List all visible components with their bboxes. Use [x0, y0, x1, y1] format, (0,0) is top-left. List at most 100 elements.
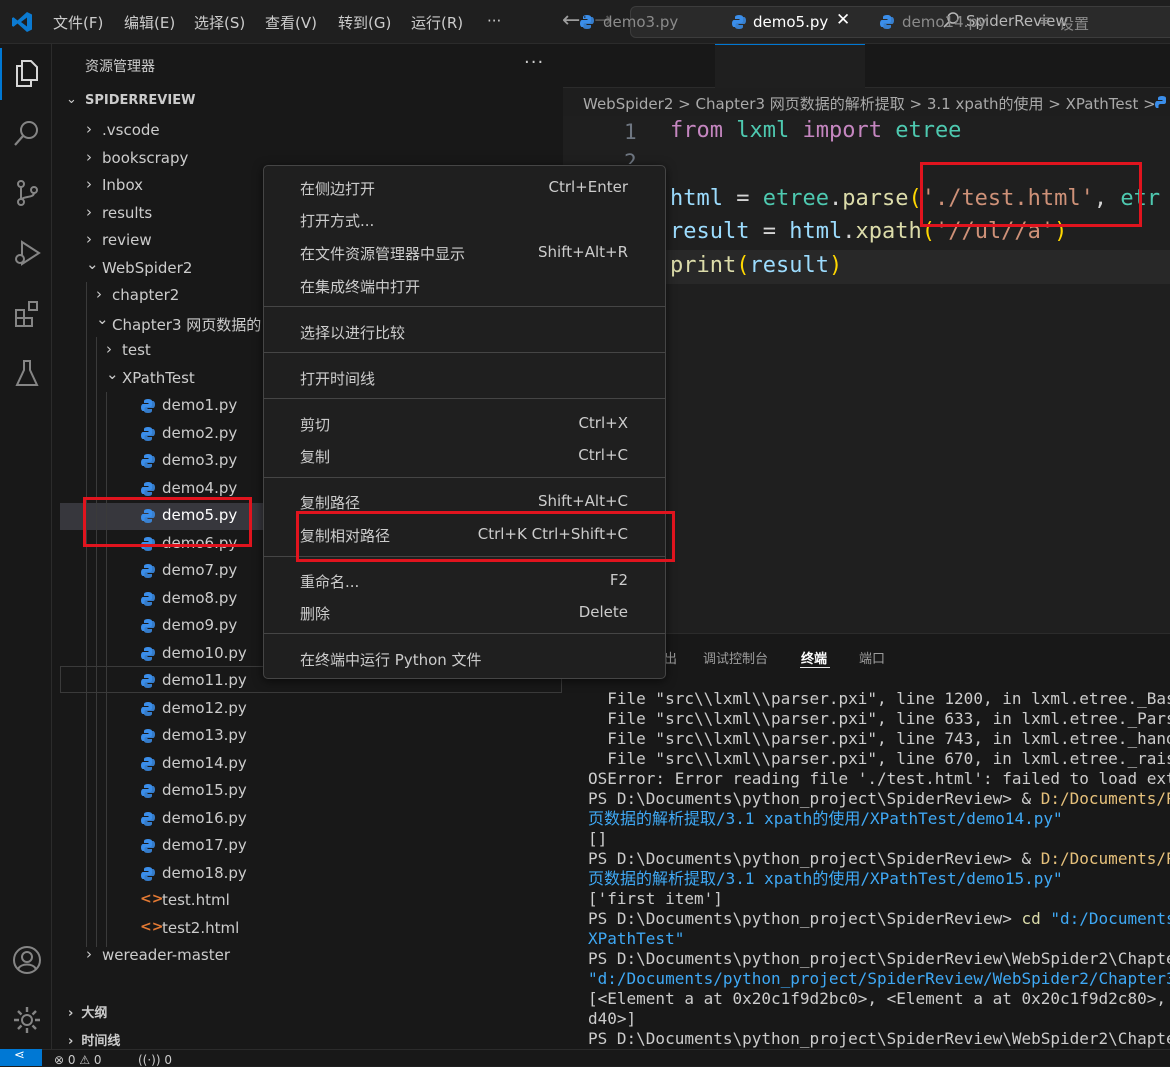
chevron-down-icon[interactable]: ⌄: [66, 92, 77, 107]
tree-item-label: demo3.py: [162, 451, 238, 469]
tree-item-demo13-py[interactable]: demo13.py: [60, 722, 563, 749]
tree-item-label: demo18.py: [162, 864, 247, 882]
terminal-line: File "src\\lxml\\parser.pxi", line 1200,…: [588, 689, 1170, 708]
tree-item-demo16-py[interactable]: demo16.py: [60, 805, 563, 832]
line-number: 1: [624, 120, 637, 144]
tree-item-label: demo14.py: [162, 754, 247, 772]
tree-item-label: demo11.py: [162, 671, 247, 689]
tree-item-wereader-master[interactable]: › wereader-master: [60, 942, 563, 969]
timeline-section[interactable]: › 时间线: [68, 1030, 120, 1049]
tree-item-demo17-py[interactable]: demo17.py: [60, 832, 563, 859]
files-icon[interactable]: [12, 58, 42, 88]
menu-edit[interactable]: 编辑(E): [124, 12, 175, 33]
terminal-line: ['first item']: [588, 889, 723, 908]
python-file-icon: [141, 674, 155, 688]
menu-view[interactable]: 查看(V): [265, 12, 317, 33]
chevron-down-icon: ⌄: [96, 310, 109, 328]
tree-item-vscode[interactable]: › .vscode: [60, 117, 563, 144]
panel-tab-ports[interactable]: 端口: [859, 648, 885, 667]
code-line-1[interactable]: from lxml import etree: [670, 118, 961, 143]
code-line-5[interactable]: print(result): [670, 253, 842, 278]
tree-item-label: XPathTest: [122, 369, 195, 387]
tree-item-demo12-py[interactable]: demo12.py: [60, 695, 563, 722]
terminal-line: File "src\\lxml\\parser.pxi", line 743, …: [588, 729, 1170, 748]
tree-item-demo14-py[interactable]: demo14.py: [60, 750, 563, 777]
code-token: etree: [762, 186, 829, 211]
chevron-right-icon: ›: [86, 148, 92, 166]
tab-demo3[interactable]: demo3.py: [563, 0, 715, 44]
tree-item-test2-html[interactable]: <> test2.html: [60, 915, 563, 942]
tree-item-label: demo9.py: [162, 616, 238, 634]
panel-tab-debug-console[interactable]: 调试控制台: [703, 648, 768, 667]
code-token: .: [842, 219, 856, 244]
python-file-icon: [141, 399, 155, 413]
python-file-icon: [880, 15, 894, 29]
python-file-icon: [580, 15, 594, 29]
python-file-icon: [1155, 96, 1166, 108]
chevron-down-icon: ⌄: [86, 255, 99, 273]
menu-more[interactable]: ···: [487, 12, 501, 30]
terminal-line: PS D:\Documents\python_project\SpiderRev…: [588, 849, 1170, 869]
tree-item-demo15-py[interactable]: demo15.py: [60, 777, 563, 804]
chevron-right-icon: ›: [86, 945, 92, 963]
close-icon[interactable]: ✕: [836, 10, 850, 30]
tab-settings[interactable]: ≡ 设置: [1017, 0, 1170, 44]
menu-item-label: 打开方式...: [300, 212, 375, 230]
python-file-icon: [141, 729, 155, 743]
testing-flask-icon[interactable]: [12, 358, 42, 388]
terminal-line: File "src\\lxml\\parser.pxi", line 670, …: [588, 749, 1170, 768]
remote-indicator-button[interactable]: ⋖: [0, 1048, 42, 1066]
tree-item-label: demo2.py: [162, 424, 238, 442]
line-number: 2: [624, 150, 637, 164]
python-file-icon: [141, 812, 155, 826]
terminal-command: cd: [1021, 909, 1041, 928]
annotation-box-parse-path: [920, 162, 1142, 227]
workspace-root-folder[interactable]: SPIDERREVIEW: [85, 93, 195, 108]
outline-section[interactable]: › 大纲: [68, 1002, 107, 1021]
tree-item-label: demo4.py: [162, 479, 238, 497]
menu-item-label: 删除: [300, 605, 331, 623]
python-file-icon: [141, 454, 155, 468]
tree-item-test-html[interactable]: <> test.html: [60, 887, 563, 914]
menu-run[interactable]: 运行(R): [411, 12, 463, 33]
menu-item-shortcut: Shift+Alt+C: [537, 492, 628, 510]
search-icon[interactable]: [12, 118, 42, 148]
remote-icon: ⋖: [14, 1048, 25, 1063]
tree-item-demo18-py[interactable]: demo18.py: [60, 860, 563, 887]
active-indicator: [0, 48, 2, 100]
panel-tab-terminal[interactable]: 终端: [801, 648, 827, 667]
annotation-box-selected-file: [83, 497, 252, 547]
tree-item-label: Inbox: [102, 176, 144, 194]
tree-item-label: demo8.py: [162, 589, 238, 607]
editor-tab-bar: [563, 44, 1170, 88]
menu-file[interactable]: 文件(F): [53, 12, 103, 33]
tree-item-label: bookscrapy: [102, 149, 189, 167]
python-file-icon: [141, 482, 155, 496]
extensions-icon[interactable]: [12, 298, 42, 328]
terminal-line: 页数据的解析提取/3.1 xpath的使用/XPathTest/demo14.p…: [588, 809, 1063, 828]
python-file-icon: [141, 784, 155, 798]
source-control-icon[interactable]: [12, 178, 42, 208]
account-icon[interactable]: [12, 945, 42, 975]
python-file-icon: [141, 427, 155, 441]
tab-demo5[interactable]: demo5.py ✕: [715, 0, 865, 44]
problems-count[interactable]: ⊗ 0 ⚠ 0: [54, 1053, 102, 1067]
tree-item-label: results: [102, 204, 153, 222]
menu-item-label: 在文件资源管理器中显示: [300, 245, 466, 263]
chevron-down-icon: ⌄: [106, 365, 119, 383]
tree-item-label: Chapter3 网页数据的: [112, 316, 262, 334]
terminal-output[interactable]: File "src\\lxml\\parser.pxi", line 1200,…: [588, 689, 1170, 1049]
tree-item-label: WebSpider2: [102, 259, 193, 277]
menu-go[interactable]: 转到(G): [338, 12, 391, 33]
settings-gear-icon[interactable]: [12, 1005, 42, 1035]
sidebar-more-button[interactable]: ···: [524, 52, 544, 73]
terminal-prompt: PS D:\Documents\python_project\SpiderRev…: [588, 789, 1041, 808]
tab-demo14[interactable]: demo14.py: [865, 0, 1017, 44]
tree-item-label: test2.html: [162, 919, 240, 937]
run-debug-icon[interactable]: [12, 238, 42, 268]
terminal-line: [<Element a at 0x20c1f9d2bc0>, <Element …: [588, 989, 1170, 1008]
breadcrumb[interactable]: WebSpider2 > Chapter3 网页数据的解析提取 > 3.1 xp…: [583, 93, 1156, 114]
active-panel-tab-underline: [800, 667, 830, 668]
menu-selection[interactable]: 选择(S): [194, 12, 245, 33]
ports-count[interactable]: ((·)) 0: [138, 1053, 172, 1067]
